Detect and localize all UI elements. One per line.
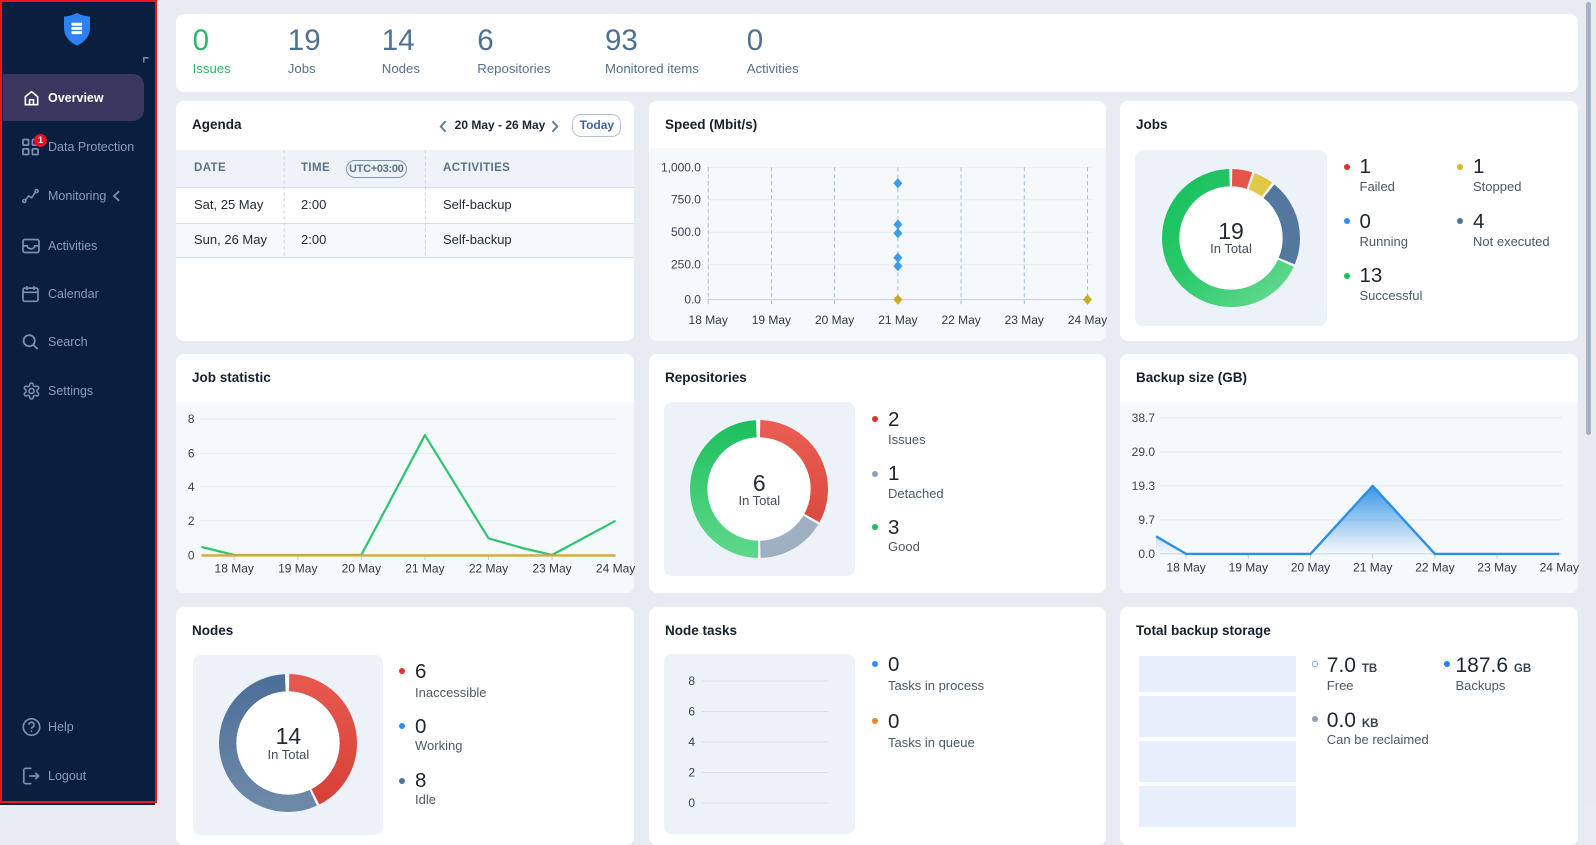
svg-text:18 May: 18 May <box>689 313 728 327</box>
svg-text:18 May: 18 May <box>1166 561 1205 575</box>
svg-text:23 May: 23 May <box>1477 561 1516 575</box>
svg-text:22 May: 22 May <box>469 562 508 576</box>
svg-text:20 May: 20 May <box>815 313 854 327</box>
svg-text:2: 2 <box>188 514 195 528</box>
svg-text:22 May: 22 May <box>941 313 980 327</box>
svg-text:4: 4 <box>188 480 195 494</box>
svg-text:24 May: 24 May <box>1540 561 1579 575</box>
svg-text:19 May: 19 May <box>752 313 791 327</box>
svg-text:2: 2 <box>688 766 695 780</box>
svg-text:20 May: 20 May <box>342 562 381 576</box>
svg-text:22 May: 22 May <box>1415 561 1454 575</box>
svg-text:8: 8 <box>688 674 695 688</box>
svg-text:0.0: 0.0 <box>684 293 701 307</box>
svg-text:21 May: 21 May <box>405 562 444 576</box>
svg-text:21 May: 21 May <box>1353 561 1392 575</box>
svg-text:24 May: 24 May <box>1068 313 1107 327</box>
svg-text:750.0: 750.0 <box>671 193 701 207</box>
svg-text:4: 4 <box>688 735 695 749</box>
svg-text:8: 8 <box>188 412 195 426</box>
svg-text:0: 0 <box>188 549 195 563</box>
svg-text:19 May: 19 May <box>278 562 317 576</box>
svg-text:19.3: 19.3 <box>1132 479 1156 493</box>
svg-text:29.0: 29.0 <box>1132 445 1156 459</box>
svg-text:0.0: 0.0 <box>1138 547 1155 561</box>
svg-text:21 May: 21 May <box>878 313 917 327</box>
svg-text:20 May: 20 May <box>1291 561 1330 575</box>
svg-text:38.7: 38.7 <box>1132 411 1156 425</box>
svg-text:6: 6 <box>688 705 695 719</box>
svg-text:23 May: 23 May <box>532 562 571 576</box>
svg-text:24 May: 24 May <box>596 562 635 576</box>
svg-text:250.0: 250.0 <box>671 258 701 272</box>
svg-text:6: 6 <box>188 447 195 461</box>
svg-text:18 May: 18 May <box>215 562 254 576</box>
svg-text:9.7: 9.7 <box>1138 513 1155 527</box>
svg-text:23 May: 23 May <box>1005 313 1044 327</box>
svg-text:0: 0 <box>688 796 695 810</box>
svg-text:500.0: 500.0 <box>671 225 701 239</box>
svg-text:1,000.0: 1,000.0 <box>661 160 701 174</box>
svg-text:19 May: 19 May <box>1229 561 1268 575</box>
